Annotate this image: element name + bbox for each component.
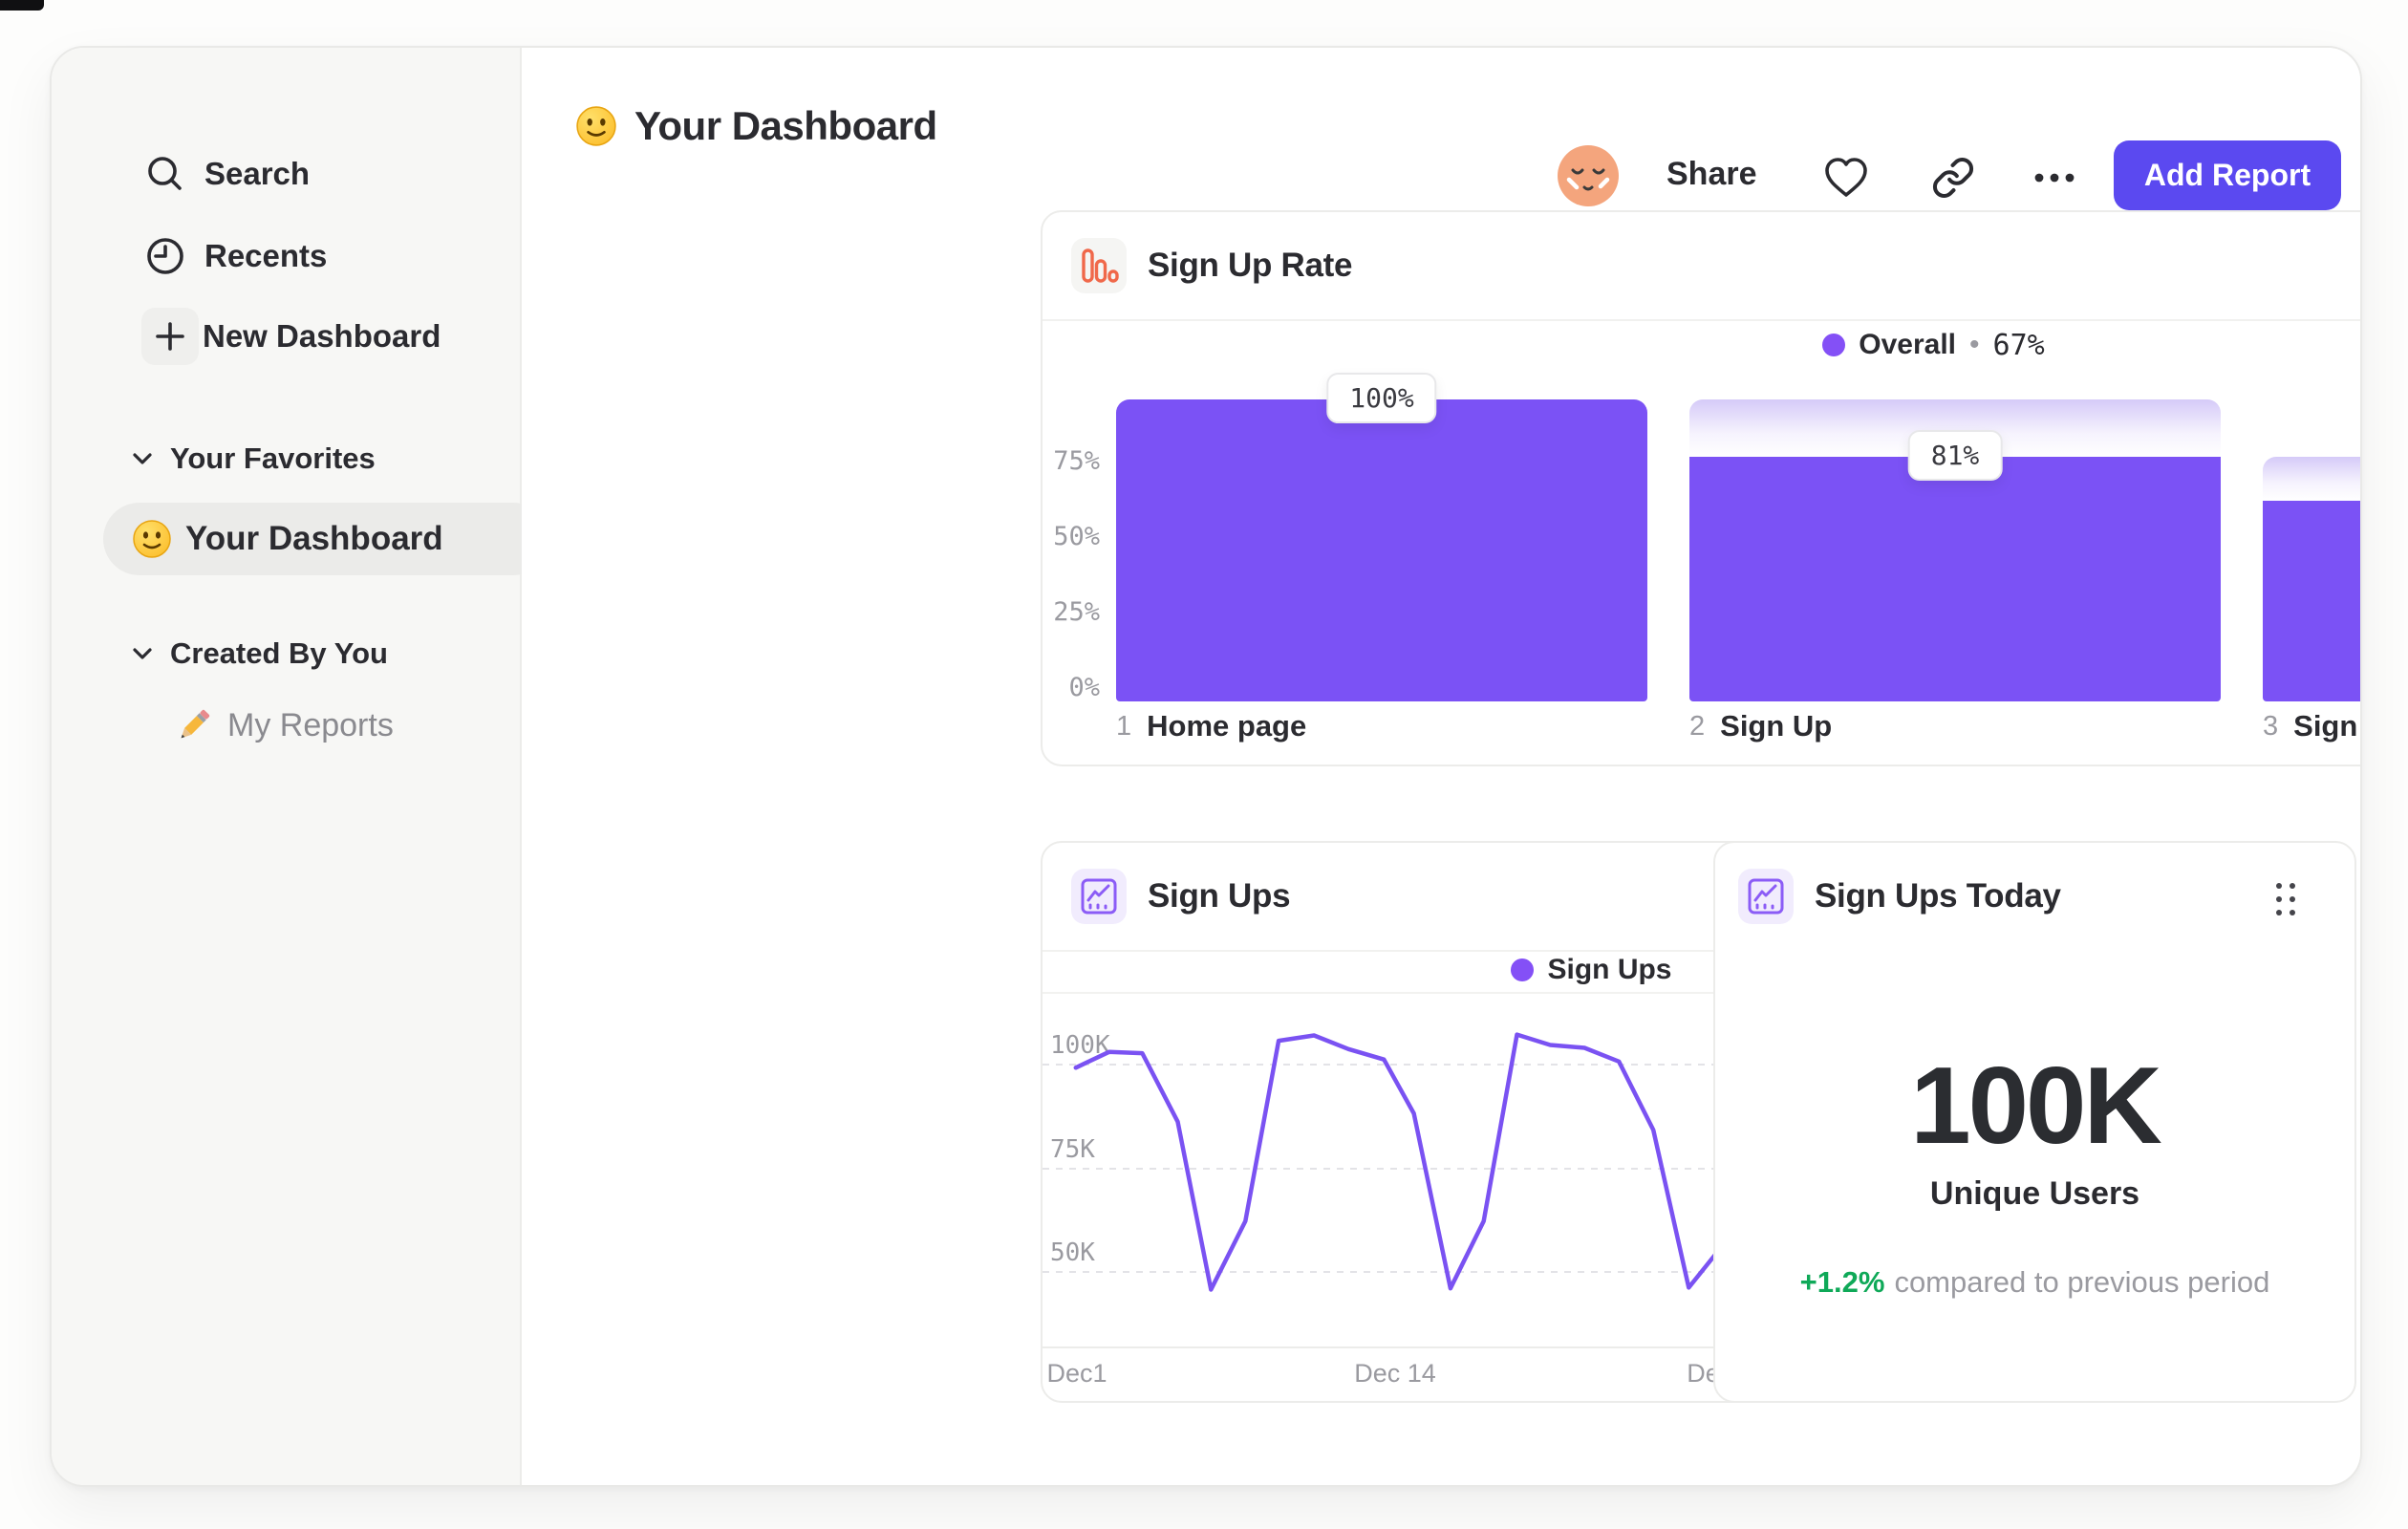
card-header: Sign Ups Today bbox=[1715, 843, 2354, 950]
sidebar-section-your-favorites[interactable]: Your Favorites bbox=[132, 441, 376, 476]
line-chart-icon bbox=[1071, 869, 1127, 924]
funnel-chart-icon bbox=[1071, 238, 1127, 293]
legend-separator: • bbox=[1969, 329, 1980, 360]
section-label: Your Favorites bbox=[170, 441, 376, 475]
legend-dot bbox=[1822, 334, 1846, 356]
sidebar-item-your-dashboard[interactable]: Your Dashboard bbox=[103, 503, 549, 575]
sidebar-item-label: Your Dashboard bbox=[185, 520, 443, 557]
line-chart-icon bbox=[1738, 869, 1794, 924]
card-title: Sign Ups Today bbox=[1815, 877, 2061, 915]
funnel-plot: 100% 81% 82% bbox=[1116, 373, 2360, 701]
clock-icon bbox=[143, 234, 204, 278]
plus-icon bbox=[141, 308, 203, 365]
share-button[interactable]: Share bbox=[1666, 156, 1757, 193]
funnel-tooltip: 100% bbox=[1326, 373, 1437, 423]
smiley-emoji bbox=[132, 519, 172, 559]
app-window: Search Recents New Dashboard Your Favori… bbox=[50, 46, 2362, 1487]
chevron-down-icon bbox=[133, 648, 152, 659]
section-label: Created By You bbox=[170, 636, 388, 670]
funnel-bar[interactable]: 82% bbox=[2263, 399, 2360, 701]
sidebar-item-label: New Dashboard bbox=[203, 318, 441, 354]
funnel-step-label: 3Sign Up Confirmation bbox=[2263, 709, 2360, 743]
signup-rate-card: Sign Up Rate Overall • 67% 75% 50% 25% 0% 1… bbox=[1041, 210, 2360, 766]
pencil-emoji bbox=[174, 705, 214, 745]
sidebar-item-label: Search bbox=[204, 156, 311, 191]
funnel-step-label: 2 Sign Up bbox=[1689, 709, 1833, 743]
sidebar-item-recents[interactable]: Recents bbox=[52, 226, 520, 287]
page-title: Your Dashboard bbox=[634, 103, 937, 148]
favorite-heart-icon[interactable] bbox=[1821, 153, 1871, 203]
sidebar-item-search[interactable]: Search bbox=[52, 143, 520, 205]
smiley-emoji bbox=[575, 105, 617, 147]
sidebar-item-new-dashboard[interactable]: New Dashboard bbox=[52, 306, 520, 367]
funnel-legend[interactable]: Overall • 67% bbox=[1043, 324, 2360, 366]
legend-series: Overall bbox=[1859, 329, 1957, 360]
sidebar-item-label: My Reports bbox=[227, 706, 394, 743]
signups-today-card: Sign Ups Today 100K Unique Users +1.2% co… bbox=[1713, 841, 2356, 1403]
screen-corner-artifact bbox=[0, 0, 44, 11]
kpi-delta: +1.2% bbox=[1799, 1265, 1885, 1299]
card-header: Sign Up Rate bbox=[1043, 212, 2360, 321]
legend-value: 67% bbox=[1992, 328, 2045, 362]
card-title: Sign Ups bbox=[1148, 877, 1291, 915]
card-title: Sign Up Rate bbox=[1148, 247, 1353, 284]
funnel-bar[interactable]: 100% bbox=[1116, 373, 1647, 701]
avatar[interactable] bbox=[1556, 143, 1621, 208]
divider bbox=[1043, 319, 2360, 321]
search-icon bbox=[143, 152, 204, 196]
kpi-metric-label: Unique Users bbox=[1929, 1175, 2140, 1212]
sidebar-section-created-by-you[interactable]: Created By You bbox=[132, 636, 388, 671]
kpi-delta-note: compared to previous period bbox=[1894, 1265, 2270, 1299]
add-report-button[interactable]: Add Report bbox=[2114, 140, 2341, 210]
funnel-bar[interactable]: 81% bbox=[1689, 399, 2221, 701]
more-options-icon[interactable] bbox=[2030, 153, 2079, 203]
page-title-row: Your Dashboard bbox=[575, 103, 937, 149]
copy-link-icon[interactable] bbox=[1928, 153, 1978, 203]
legend-dot bbox=[1511, 958, 1535, 981]
kpi-value: 100K bbox=[1910, 1045, 2162, 1167]
sidebar: Search Recents New Dashboard Your Favori… bbox=[52, 48, 549, 1485]
funnel-x-axis: 1Home page 2Sign Up 3Sign Up Confirmation bbox=[1116, 709, 2360, 743]
sidebar-item-label: Recents bbox=[204, 238, 328, 273]
sidebar-item-my-reports[interactable]: My Reports bbox=[174, 705, 394, 745]
drag-handle-icon[interactable] bbox=[2276, 883, 2295, 915]
funnel-tooltip: 81% bbox=[1907, 430, 2003, 482]
funnel-y-axis: 75% 50% 25% 0% bbox=[1053, 446, 1100, 702]
legend-series: Sign Ups bbox=[1547, 954, 1672, 985]
main-content: Your Dashboard Share Add Report Sign Up … bbox=[522, 48, 2360, 1485]
chevron-down-icon bbox=[133, 453, 152, 464]
funnel-step-label: 1 Home page bbox=[1116, 709, 1307, 743]
kpi-delta-row: +1.2% compared to previous period bbox=[1715, 1265, 2354, 1300]
